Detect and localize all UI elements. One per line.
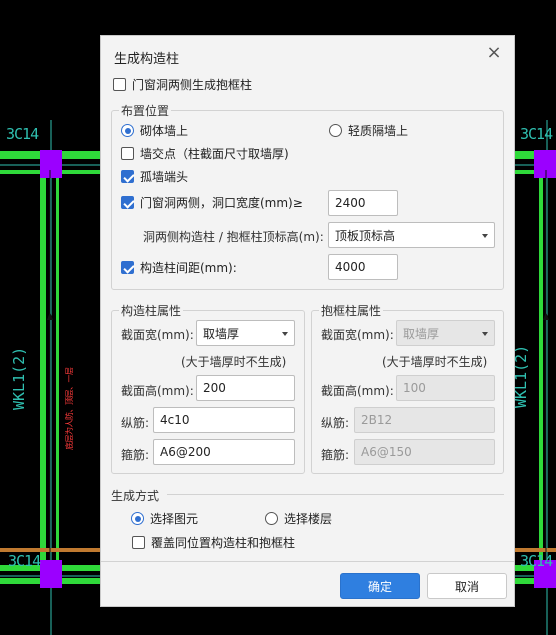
chevron-down-icon xyxy=(482,234,488,238)
cancel-button[interactable]: 取消 xyxy=(427,573,507,599)
top-elevation-label: 洞两侧构造柱 / 抱框柱顶标高(m): xyxy=(143,230,324,244)
cc-width-note: (大于墙厚时不生成) xyxy=(181,355,287,369)
isolated-wall-end-checkbox[interactable] xyxy=(121,170,134,183)
construct-column-group-title: 构造柱属性 xyxy=(119,302,184,319)
cc-width-select[interactable]: 取墙厚 xyxy=(196,320,295,346)
fc-long-bar-label: 纵筋: xyxy=(321,416,350,430)
cad-beam-label: WKL1(2) xyxy=(10,346,28,410)
override-option[interactable]: 覆盖同位置构造柱和抱框柱 xyxy=(132,534,295,551)
cad-label-top-right: 3C14 xyxy=(520,125,553,143)
door-window-frame-option[interactable]: 门窗洞两侧生成抱框柱 xyxy=(113,76,252,93)
cc-height-label: 截面高(mm): xyxy=(121,384,194,398)
cc-long-bar-label: 纵筋: xyxy=(121,416,150,430)
select-floor-option[interactable]: 选择楼层 xyxy=(265,510,332,527)
cc-stirrup-label: 箍筋: xyxy=(121,448,150,462)
select-floor-radio[interactable] xyxy=(265,512,278,525)
ok-button[interactable]: 确定 xyxy=(340,573,420,599)
column-spacing-input[interactable]: 4000 xyxy=(328,254,398,280)
fc-stirrup-label: 箍筋: xyxy=(321,448,350,462)
light-partition-label: 轻质隔墙上 xyxy=(348,124,409,138)
frame-column-group-title: 抱框柱属性 xyxy=(319,302,384,319)
light-partition-radio[interactable] xyxy=(329,124,342,137)
door-window-sides-option[interactable]: 门窗洞两侧，洞口宽度(mm)≥ xyxy=(121,194,303,211)
fc-width-label: 截面宽(mm): xyxy=(321,328,394,342)
cc-height-input[interactable]: 200 xyxy=(196,375,295,401)
isolated-wall-end-option[interactable]: 孤墙端头 xyxy=(121,168,188,185)
door-window-sides-checkbox[interactable] xyxy=(121,196,134,209)
footer-separator xyxy=(101,561,514,562)
cad-red-note: 底层为人防、顶层、一层 xyxy=(65,367,74,451)
generation-title: 生成方式 xyxy=(111,489,160,503)
masonry-wall-radio[interactable] xyxy=(121,124,134,137)
select-floor-label: 选择楼层 xyxy=(284,512,333,526)
top-elevation-value: 顶板顶标高 xyxy=(335,228,396,243)
masonry-wall-option[interactable]: 砌体墙上 xyxy=(121,122,188,139)
override-label: 覆盖同位置构造柱和抱框柱 xyxy=(151,536,296,550)
door-window-frame-label: 门窗洞两侧生成抱框柱 xyxy=(132,78,253,92)
fc-height-input[interactable]: 100 xyxy=(396,375,495,401)
select-element-label: 选择图元 xyxy=(150,512,199,526)
generate-construct-column-dialog: 生成构造柱 × 门窗洞两侧生成抱框柱 布置位置 砌体墙上 轻质隔墙上 墙交点（柱… xyxy=(100,35,515,607)
masonry-wall-label: 砌体墙上 xyxy=(140,124,189,138)
opening-width-input[interactable]: 2400 xyxy=(328,190,398,216)
door-window-frame-checkbox[interactable] xyxy=(113,78,126,91)
cc-width-value: 取墙厚 xyxy=(203,326,240,341)
light-partition-option[interactable]: 轻质隔墙上 xyxy=(329,122,408,139)
isolated-wall-end-label: 孤墙端头 xyxy=(140,170,189,184)
close-icon[interactable]: × xyxy=(486,44,502,62)
door-window-sides-label: 门窗洞两侧，洞口宽度(mm)≥ xyxy=(140,196,303,210)
chevron-down-icon xyxy=(482,332,488,336)
fc-stirrup-input[interactable]: A6@150 xyxy=(354,439,495,465)
column-spacing-checkbox[interactable] xyxy=(121,261,134,274)
top-elevation-select[interactable]: 顶板顶标高 xyxy=(328,222,495,248)
fc-width-select[interactable]: 取墙厚 xyxy=(396,320,495,346)
fc-width-note: (大于墙厚时不生成) xyxy=(382,355,488,369)
override-checkbox[interactable] xyxy=(132,536,145,549)
cad-label-bottom-left: 3C14 xyxy=(8,552,41,570)
cad-label-top-left: 3C14 xyxy=(6,125,39,143)
cc-stirrup-input[interactable]: A6@200 xyxy=(153,439,295,465)
cc-width-label: 截面宽(mm): xyxy=(121,328,194,342)
wall-intersection-checkbox[interactable] xyxy=(121,147,134,160)
wall-intersection-option[interactable]: 墙交点（柱截面尺寸取墙厚) xyxy=(121,145,289,162)
select-element-option[interactable]: 选择图元 xyxy=(131,510,198,527)
cad-label-bottom-right: 3C14 xyxy=(520,552,553,570)
fc-height-label: 截面高(mm): xyxy=(321,384,394,398)
fc-long-bar-input[interactable]: 2B12 xyxy=(354,407,495,433)
wall-intersection-label: 墙交点（柱截面尺寸取墙厚) xyxy=(140,147,289,161)
chevron-down-icon xyxy=(282,332,288,336)
generation-separator xyxy=(167,494,504,495)
dialog-title: 生成构造柱 xyxy=(114,52,180,67)
placement-group-title: 布置位置 xyxy=(119,102,172,119)
column-spacing-option[interactable]: 构造柱间距(mm): xyxy=(121,259,237,276)
cc-long-bar-input[interactable]: 4c10 xyxy=(153,407,295,433)
select-element-radio[interactable] xyxy=(131,512,144,525)
column-spacing-label: 构造柱间距(mm): xyxy=(140,261,237,275)
fc-width-value: 取墙厚 xyxy=(403,326,440,341)
